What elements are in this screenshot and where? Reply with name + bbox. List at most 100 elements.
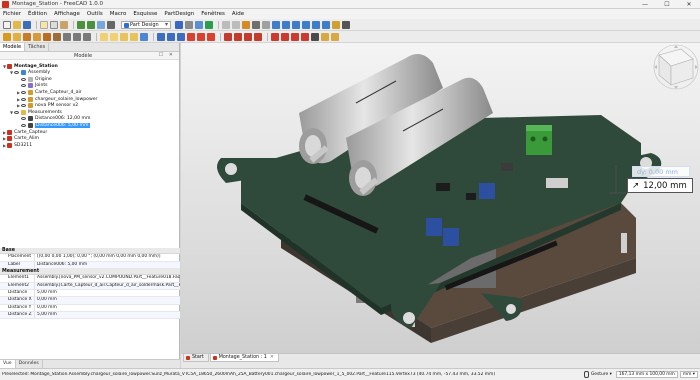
- measure-icon[interactable]: [332, 20, 340, 29]
- macro-edit-icon[interactable]: [195, 20, 203, 29]
- menu-affichage[interactable]: Affichage: [54, 11, 80, 17]
- workbench-select[interactable]: Part Design: [121, 20, 171, 29]
- macro-record-icon[interactable]: [175, 20, 183, 29]
- visibility-eye-icon[interactable]: [21, 77, 26, 81]
- property-row[interactable]: Element2 Assembly.[Carte_Capteur_d_air.Ca…: [0, 282, 180, 290]
- draw-style-icon[interactable]: [242, 20, 250, 29]
- isometric-view-icon[interactable]: [262, 20, 270, 29]
- property-value[interactable]: Assembly.[nova_PM_sensor_v2.COMPOUND.Par…: [35, 275, 180, 281]
- unit-selector[interactable]: mm ▾: [679, 371, 698, 378]
- visibility-eye-icon[interactable]: [21, 84, 26, 88]
- visibility-eye-icon[interactable]: [21, 97, 26, 101]
- menu-partdesign[interactable]: PartDesign: [164, 11, 194, 17]
- mirrored-icon[interactable]: [224, 32, 232, 41]
- hole-icon[interactable]: [167, 32, 175, 41]
- tree-item[interactable]: ▼ Measurements: [0, 109, 180, 115]
- tree-item[interactable]: ▶ Carte_Capteur_d_air: [0, 89, 180, 95]
- minimize-button[interactable]: —: [634, 0, 656, 9]
- datum-plane-icon[interactable]: [83, 32, 91, 41]
- property-row[interactable]: Distance Y 0,00 mm: [0, 304, 180, 312]
- datum-line-icon[interactable]: [73, 32, 81, 41]
- tab-tasks[interactable]: Tâches: [25, 43, 50, 51]
- map-sketch-icon[interactable]: [33, 32, 41, 41]
- visibility-eye-icon[interactable]: [21, 123, 26, 127]
- property-value[interactable]: 0,00 mm: [35, 305, 180, 311]
- tree-item[interactable]: Origine: [0, 76, 180, 82]
- subtractive-pipe-icon[interactable]: [197, 32, 205, 41]
- macro-run-icon[interactable]: [205, 20, 213, 29]
- paste-icon[interactable]: [60, 20, 68, 29]
- fit-all-icon[interactable]: [222, 20, 230, 29]
- pad-icon[interactable]: [100, 32, 108, 41]
- property-row[interactable]: Distance Z 5,00 mm: [0, 311, 180, 320]
- shape-binder-icon[interactable]: [53, 32, 61, 41]
- tree-item[interactable]: ▶ Carte_Alim: [0, 136, 180, 142]
- datum-point-icon[interactable]: [63, 32, 71, 41]
- pipe-icon[interactable]: [130, 32, 138, 41]
- loft-icon[interactable]: [120, 32, 128, 41]
- menu-aide[interactable]: Aide: [232, 11, 244, 17]
- bounding-box-icon[interactable]: [252, 20, 260, 29]
- dock-controls[interactable]: ☐ ✕: [159, 52, 175, 58]
- cut-icon[interactable]: [40, 20, 48, 29]
- property-row[interactable]: Label Distance006: 5,00 mm: [0, 261, 180, 269]
- visibility-eye-icon[interactable]: [14, 110, 19, 114]
- linear-pattern-icon[interactable]: [234, 32, 242, 41]
- tree-item[interactable]: Distance006: 5,00 mm: [0, 122, 180, 128]
- close-tab-icon[interactable]: ✕: [270, 355, 274, 360]
- doc-tab-montage[interactable]: Montage_Station : 1 ✕: [209, 354, 279, 362]
- sprocket-icon[interactable]: [321, 32, 329, 41]
- boolean-icon[interactable]: [311, 32, 319, 41]
- maximize-button[interactable]: ☐: [656, 0, 678, 9]
- menu-fenetres[interactable]: Fenêtres: [201, 11, 225, 17]
- property-value[interactable]: Assembly.[Carte_Capteur_d_air.Capteur_d_…: [35, 283, 180, 289]
- property-value[interactable]: [(0,00 0,00 1,00); 0,00 °; (0,00 mm 0,00…: [35, 254, 180, 260]
- draft-icon[interactable]: [291, 32, 299, 41]
- visibility-eye-icon[interactable]: [21, 90, 26, 94]
- tree-item[interactable]: ▶ nova PM sensor v2: [0, 103, 180, 109]
- tab-model[interactable]: Modèle: [0, 43, 26, 51]
- 3d-viewport[interactable]: dy: 0,00 mm ↗ 12,00 mm: [181, 43, 700, 353]
- revolution-icon[interactable]: [110, 32, 118, 41]
- clone-icon[interactable]: [43, 32, 51, 41]
- menu-outils[interactable]: Outils: [87, 11, 103, 17]
- validate-sketch-icon[interactable]: [23, 32, 31, 41]
- menu-edition[interactable]: Édition: [28, 11, 47, 17]
- property-row[interactable]: Placement [(0,00 0,00 1,00); 0,00 °; (0,0…: [0, 254, 180, 262]
- tree-item[interactable]: ▶ Carte_Capteur: [0, 129, 180, 135]
- doc-tab-start[interactable]: Start: [183, 354, 209, 362]
- visibility-eye-icon[interactable]: [21, 117, 26, 121]
- tab-view[interactable]: Vue: [0, 360, 16, 368]
- bottom-view-icon[interactable]: [312, 20, 320, 29]
- create-sketch-icon[interactable]: [13, 32, 21, 41]
- what-is-this-icon[interactable]: [107, 20, 115, 29]
- multi-transform-icon[interactable]: [254, 32, 262, 41]
- additive-box-icon[interactable]: [140, 32, 148, 41]
- property-row[interactable]: Distance X 0,00 mm: [0, 297, 180, 305]
- top-view-icon[interactable]: [282, 20, 290, 29]
- property-value[interactable]: 5,00 mm: [35, 290, 180, 296]
- tree-item[interactable]: ▼ Assembly: [0, 70, 180, 76]
- save-icon[interactable]: [23, 20, 31, 29]
- copy-icon[interactable]: [50, 20, 58, 29]
- polar-pattern-icon[interactable]: [244, 32, 252, 41]
- macro-stop-icon[interactable]: [185, 20, 193, 29]
- visibility-eye-icon[interactable]: [14, 71, 19, 75]
- navigation-style-button[interactable]: Gesture ▾: [583, 371, 612, 378]
- tree-item[interactable]: ▶ chargeur_solaire_lowpower: [0, 96, 180, 102]
- fillet-icon[interactable]: [271, 32, 279, 41]
- close-button[interactable]: ✕: [678, 0, 700, 9]
- property-row[interactable]: Distance 5,00 mm: [0, 289, 180, 298]
- fit-selection-icon[interactable]: [232, 20, 240, 29]
- 3d-model-render[interactable]: [181, 43, 700, 353]
- open-folder-icon[interactable]: [13, 20, 21, 29]
- undo-icon[interactable]: [77, 20, 85, 29]
- subtractive-box-icon[interactable]: [207, 32, 215, 41]
- menu-macro[interactable]: Macro: [110, 11, 127, 17]
- tab-data[interactable]: Données: [16, 360, 43, 368]
- left-view-icon[interactable]: [322, 20, 330, 29]
- chamfer-icon[interactable]: [281, 32, 289, 41]
- pocket-icon[interactable]: [157, 32, 165, 41]
- property-value[interactable]: 0,00 mm: [35, 297, 180, 303]
- right-view-icon[interactable]: [292, 20, 300, 29]
